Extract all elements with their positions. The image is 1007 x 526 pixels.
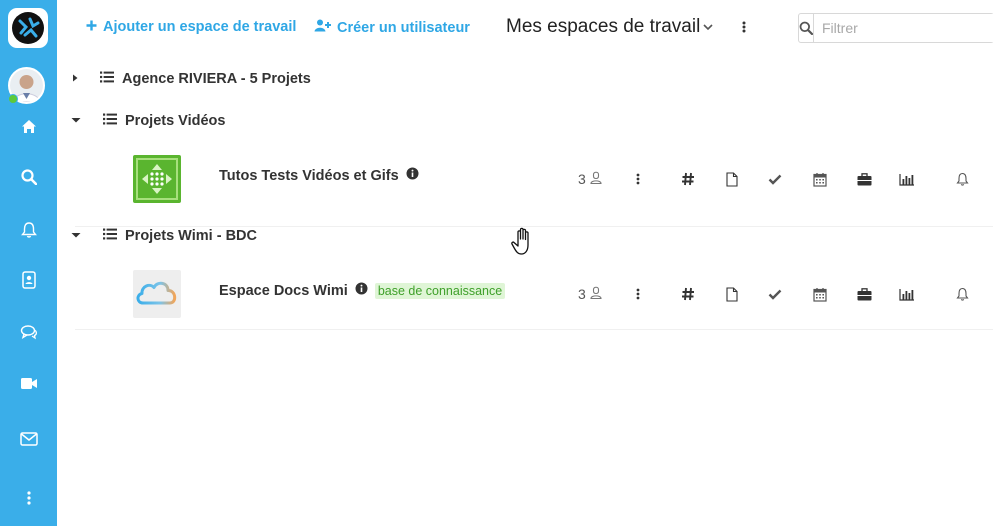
chevron-down-icon[interactable] — [701, 20, 715, 34]
group-label: Projets Wimi - BDC — [125, 228, 257, 244]
check-icon[interactable] — [765, 284, 785, 304]
members-count-value: 3 — [578, 286, 586, 302]
list-icon — [103, 113, 117, 129]
caret-down-icon — [70, 228, 82, 244]
hashtag-icon[interactable] — [678, 284, 698, 304]
filter-box — [798, 13, 1003, 43]
add-user-icon — [314, 19, 331, 36]
group-label: Projets Vidéos — [125, 113, 226, 129]
bell-icon[interactable] — [0, 215, 57, 243]
contacts-icon[interactable] — [0, 266, 57, 294]
members-count-value: 3 — [578, 171, 586, 187]
document-icon[interactable] — [722, 284, 742, 304]
avatar[interactable] — [8, 67, 45, 104]
user-icon — [590, 286, 602, 302]
workspace-name-container[interactable]: Espace Docs Wimi base de connaissance — [219, 282, 506, 299]
workspace-thumbnail — [133, 270, 181, 318]
check-icon[interactable] — [765, 169, 785, 189]
bell-icon[interactable] — [952, 284, 972, 304]
search-icon[interactable] — [799, 14, 814, 42]
info-icon[interactable] — [355, 282, 368, 299]
calendar-icon[interactable] — [810, 284, 830, 304]
create-user-button[interactable]: Créer un utilisateur — [314, 19, 470, 36]
members-count[interactable]: 3 — [578, 171, 602, 187]
video-icon[interactable] — [0, 369, 57, 397]
calendar-icon[interactable] — [810, 169, 830, 189]
caret-right-icon — [70, 71, 80, 87]
bell-icon[interactable] — [952, 169, 972, 189]
top-bar: Ajouter un espace de travail Créer un ut… — [57, 0, 1007, 56]
create-user-label: Créer un utilisateur — [337, 19, 470, 36]
briefcase-icon[interactable] — [854, 169, 874, 189]
user-icon — [590, 171, 602, 187]
group-agence-riviera[interactable]: Agence RIVIERA - 5 Projets — [70, 71, 311, 87]
caret-down-icon — [70, 113, 82, 129]
hashtag-icon[interactable] — [678, 169, 698, 189]
workspace-thumbnail — [133, 155, 181, 203]
list-icon — [100, 71, 114, 87]
add-workspace-label: Ajouter un espace de travail — [103, 19, 297, 35]
bar-chart-icon[interactable] — [897, 284, 917, 304]
sidebar — [0, 0, 57, 526]
more-vertical-icon[interactable] — [0, 484, 57, 512]
group-label: Agence RIVIERA - 5 Projets — [122, 71, 311, 87]
info-icon[interactable] — [406, 167, 419, 184]
briefcase-icon[interactable] — [854, 284, 874, 304]
wimi-logo-icon[interactable] — [8, 8, 48, 48]
workspace-name-container[interactable]: Tutos Tests Vidéos et Gifs — [219, 167, 419, 184]
plus-icon — [86, 19, 97, 35]
workspace-row[interactable]: Espace Docs Wimi base de connaissance 3 — [75, 270, 993, 330]
members-count[interactable]: 3 — [578, 286, 602, 302]
more-vertical-icon[interactable] — [628, 169, 648, 189]
list-icon — [103, 228, 117, 244]
filter-input[interactable] — [814, 14, 1003, 42]
workspace-row[interactable]: Tutos Tests Vidéos et Gifs 3 — [75, 155, 993, 227]
document-icon[interactable] — [722, 169, 742, 189]
hand-cursor-icon — [509, 226, 539, 258]
mail-icon[interactable] — [0, 425, 57, 453]
online-status-dot — [8, 94, 18, 104]
workspace-name: Tutos Tests Vidéos et Gifs — [219, 167, 399, 184]
group-projets-wimi-bdc[interactable]: Projets Wimi - BDC — [70, 228, 257, 244]
workspace-name: Espace Docs Wimi — [219, 282, 348, 299]
more-vertical-icon[interactable] — [739, 18, 749, 36]
page-title: Mes espaces de travail — [506, 16, 701, 37]
add-workspace-button[interactable]: Ajouter un espace de travail — [86, 19, 296, 35]
bar-chart-icon[interactable] — [897, 169, 917, 189]
home-icon[interactable] — [0, 112, 57, 140]
chat-icon[interactable] — [0, 318, 57, 346]
group-projets-videos[interactable]: Projets Vidéos — [70, 113, 225, 129]
more-vertical-icon[interactable] — [628, 284, 648, 304]
knowledge-base-badge: base de connaissance — [374, 282, 506, 299]
search-icon[interactable] — [0, 163, 57, 191]
